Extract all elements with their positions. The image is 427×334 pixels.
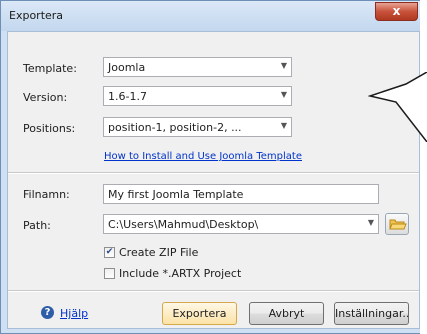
chevron-down-icon: ▼: [367, 218, 374, 227]
template-select[interactable]: Joomla ▼: [103, 57, 292, 77]
footer-divider: [8, 290, 419, 292]
close-icon: x: [392, 4, 401, 18]
window-title: Exportera: [9, 9, 64, 22]
positions-value: position-1, position-2, ...: [108, 121, 242, 134]
chevron-down-icon: ▼: [280, 121, 287, 130]
filename-input[interactable]: [104, 185, 378, 203]
howto-link[interactable]: How to Install and Use Joomla Template: [104, 151, 302, 162]
include-artx-label[interactable]: Include *.ARTX Project: [119, 267, 241, 280]
export-button[interactable]: Exportera: [162, 302, 237, 325]
create-zip-checkbox[interactable]: ✔: [104, 247, 115, 258]
create-zip-label[interactable]: Create ZIP File: [119, 246, 198, 259]
section-divider: [8, 172, 419, 174]
version-label: Version:: [23, 91, 68, 104]
help-circle-icon[interactable]: ?: [41, 306, 54, 319]
title-bar[interactable]: Exportera x: [1, 1, 420, 31]
folder-icon: [389, 219, 407, 230]
filename-field[interactable]: [103, 184, 379, 204]
path-value: C:\Users\Mahmud\Desktop\: [108, 218, 259, 231]
template-label: Template:: [23, 62, 77, 75]
checkmark-icon: ✔: [105, 247, 114, 257]
version-value: 1.6-1.7: [108, 90, 147, 103]
include-artx-checkbox[interactable]: [104, 268, 115, 279]
chevron-down-icon: ▼: [280, 61, 287, 70]
settings-button[interactable]: Inställningar...: [334, 302, 409, 325]
browse-folder-button[interactable]: [385, 213, 409, 235]
chevron-down-icon: ▼: [280, 90, 287, 99]
path-label: Path:: [23, 219, 51, 232]
filename-label: Filnamn:: [23, 188, 70, 201]
callout-bubble: [368, 72, 427, 142]
positions-select[interactable]: position-1, position-2, ... ▼: [103, 117, 292, 137]
path-select[interactable]: C:\Users\Mahmud\Desktop\ ▼: [103, 214, 379, 234]
dialog-content: Template: Joomla ▼ Version: 1.6-1.7 ▼ Po…: [7, 31, 420, 329]
export-dialog: Exportera x Template: Joomla ▼ Version: …: [0, 0, 420, 334]
cancel-button[interactable]: Avbryt: [249, 302, 324, 325]
template-value: Joomla: [108, 61, 146, 74]
positions-label: Positions:: [23, 122, 76, 135]
close-button[interactable]: x: [375, 2, 418, 21]
version-select[interactable]: 1.6-1.7 ▼: [103, 86, 292, 106]
help-link[interactable]: Hjälp: [60, 307, 88, 320]
